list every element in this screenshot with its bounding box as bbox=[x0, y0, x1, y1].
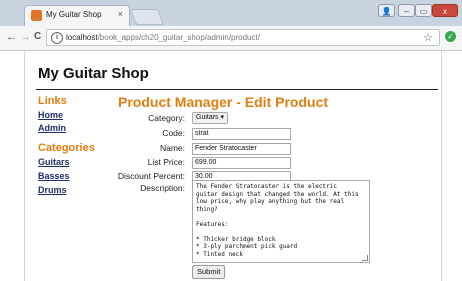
submit-button[interactable]: Submit bbox=[192, 265, 226, 279]
category-select[interactable]: Guitars ▾ bbox=[192, 112, 229, 124]
site-title: My Guitar Shop bbox=[38, 65, 149, 82]
window-close-icon[interactable]: x bbox=[432, 4, 458, 17]
browser-tab[interactable]: My Guitar Shop × bbox=[24, 5, 130, 26]
back-icon[interactable]: ← bbox=[6, 31, 17, 43]
url-path: /book_apps/ch20_guitar_shop/admin/produc… bbox=[97, 33, 260, 42]
browser-titlebar: My Guitar Shop × 👤 – ▭ x bbox=[0, 0, 462, 26]
tab-title: My Guitar Shop bbox=[46, 10, 102, 19]
resize-grip-icon[interactable] bbox=[362, 255, 368, 261]
minimize-icon[interactable]: – bbox=[398, 4, 415, 17]
url-text[interactable]: localhost/book_apps/ch20_guitar_shop/adm… bbox=[66, 33, 260, 42]
discount-percent-label: Discount Percent: bbox=[117, 171, 185, 181]
address-bar[interactable]: i localhost/book_apps/ch20_guitar_shop/a… bbox=[46, 29, 440, 46]
favicon-icon bbox=[31, 10, 42, 21]
category-label: Category: bbox=[148, 113, 185, 123]
user-profile-icon[interactable]: 👤 bbox=[378, 4, 395, 17]
page-viewport: My Guitar Shop Links Home Admin Categori… bbox=[0, 51, 462, 281]
sidebar-links-heading: Links bbox=[38, 95, 67, 107]
description-text: The Fender Stratocaster is the electric … bbox=[196, 183, 359, 258]
maximize-icon[interactable]: ▭ bbox=[415, 4, 432, 17]
info-icon[interactable]: i bbox=[51, 32, 63, 44]
header-divider bbox=[36, 89, 438, 90]
page-container: My Guitar Shop Links Home Admin Categori… bbox=[24, 51, 442, 281]
code-label: Code: bbox=[162, 128, 185, 138]
description-textarea[interactable]: The Fender Stratocaster is the electric … bbox=[192, 180, 370, 263]
list-price-label: List Price: bbox=[147, 157, 185, 167]
tab-close-icon[interactable]: × bbox=[118, 9, 123, 19]
name-input[interactable]: Fender Stratocaster bbox=[192, 143, 291, 155]
reload-icon[interactable]: C bbox=[34, 31, 41, 42]
forward-icon[interactable]: → bbox=[20, 31, 31, 43]
name-label: Name: bbox=[159, 143, 185, 153]
new-tab-button[interactable] bbox=[130, 9, 164, 25]
browser-toolbar: ← → C i localhost/book_apps/ch20_guitar_… bbox=[0, 26, 462, 51]
extension-icon[interactable]: ✓ bbox=[445, 31, 456, 42]
list-price-input[interactable]: 699.00 bbox=[192, 157, 291, 169]
page-heading: Product Manager - Edit Product bbox=[118, 94, 329, 110]
url-host: localhost bbox=[66, 33, 98, 42]
description-label: Description: bbox=[140, 183, 185, 193]
browser-menu-icon[interactable]: ⋮ bbox=[457, 29, 462, 42]
code-input[interactable]: strat bbox=[192, 128, 291, 140]
bookmark-star-icon[interactable]: ☆ bbox=[423, 31, 433, 44]
